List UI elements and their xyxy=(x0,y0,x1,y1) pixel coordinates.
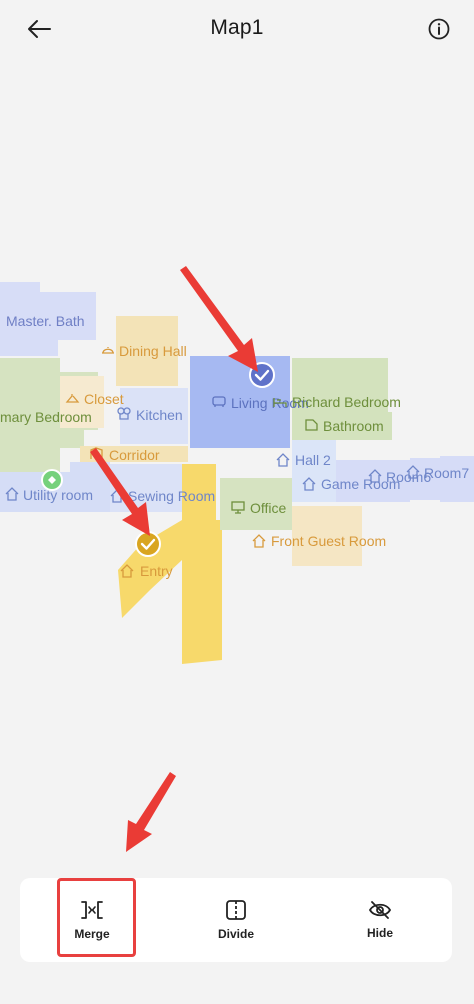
living-room-selected-check-icon[interactable] xyxy=(249,362,275,388)
room-label-corridor: Corridor xyxy=(109,447,160,463)
hide-button[interactable]: Hide xyxy=(308,878,452,962)
room-label-utility-room: Utility room xyxy=(23,487,93,503)
room-label-mary-bedroom: mary Bedroom xyxy=(0,409,92,425)
page-title: Map1 xyxy=(210,16,264,39)
divide-button[interactable]: Divide xyxy=(164,878,308,962)
entry-selected-check-icon[interactable] xyxy=(135,531,161,557)
info-circle-icon xyxy=(428,18,450,40)
room-label-bathroom: Bathroom xyxy=(323,418,384,434)
home-icon xyxy=(252,534,266,548)
merge-icon xyxy=(81,901,103,919)
room-label-dining-hall: Dining Hall xyxy=(119,343,187,359)
room-label-sewing-room: Sewing Room xyxy=(128,488,215,504)
room-label-office: Office xyxy=(250,500,287,516)
room-label-master-bath: Master. Bath xyxy=(6,313,85,329)
merge-button[interactable]: Merge xyxy=(20,878,164,962)
robot-dock-icon xyxy=(41,469,63,491)
room-label-hall-2: Hall 2 xyxy=(295,452,331,468)
home-icon xyxy=(276,453,290,467)
bottom-toolbar: Merge Divide Hide xyxy=(20,878,452,962)
eye-slash-icon xyxy=(368,901,392,919)
room-label-kitchen: Kitchen xyxy=(136,407,183,423)
room-label-room7: Room7 xyxy=(424,465,469,481)
info-button[interactable] xyxy=(424,14,454,44)
map-canvas[interactable]: Master. Bath Dining Hall Closet Kitchen … xyxy=(0,58,474,868)
map-svg[interactable]: Master. Bath Dining Hall Closet Kitchen … xyxy=(0,58,474,868)
room-label-game-room: Game Room xyxy=(321,476,400,492)
divide-label: Divide xyxy=(217,927,254,941)
room-shape-hall-2[interactable] xyxy=(292,440,336,502)
hide-label: Hide xyxy=(366,926,393,940)
room-label-front-guest-room: Front Guest Room xyxy=(271,533,386,549)
divide-icon xyxy=(226,900,246,920)
dining-hall-icon xyxy=(102,347,114,354)
room-label-entry: Entry xyxy=(140,563,173,579)
header: Map1 xyxy=(0,0,474,58)
room-label-closet: Closet xyxy=(84,391,124,407)
room-label-richard-bedroom: Richard Bedroom xyxy=(292,394,401,410)
merge-label: Merge xyxy=(74,927,110,941)
